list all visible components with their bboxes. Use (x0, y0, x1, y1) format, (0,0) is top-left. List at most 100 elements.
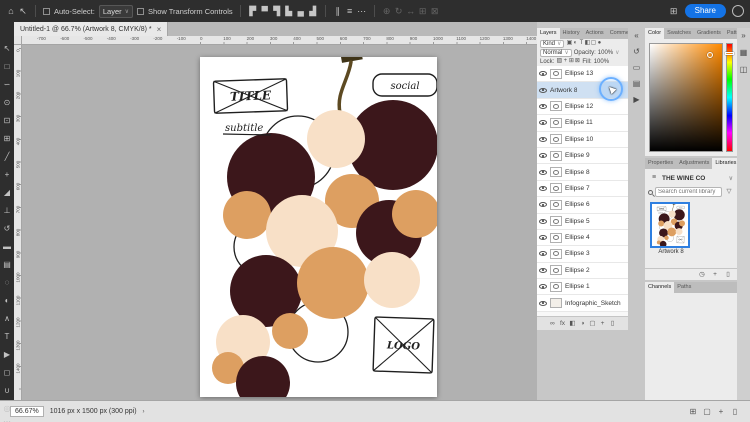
visibility-toggle[interactable] (539, 251, 547, 256)
grid-view-icon[interactable]: ⊞ (688, 406, 698, 418)
visibility-toggle[interactable] (539, 186, 547, 191)
layer-row[interactable]: Ellipse 12 (537, 99, 628, 115)
3d-roll-icon[interactable]: ↻ (394, 5, 404, 17)
hue-slider[interactable] (726, 43, 733, 152)
align-horizontal-centers-icon[interactable]: ▀ (260, 5, 270, 17)
layer-row[interactable]: Ellipse 3 (537, 246, 628, 262)
visibility-toggle[interactable] (539, 170, 547, 175)
layer-row[interactable]: Ellipse 5 (537, 214, 628, 230)
visibility-toggle[interactable] (539, 137, 547, 142)
move-tool-icon[interactable]: ↖ (18, 5, 28, 17)
ruler-origin-corner[interactable] (14, 36, 22, 45)
visibility-toggle[interactable] (539, 268, 547, 273)
document-tab[interactable]: Untitled-1 @ 66.7% (Artwork 8, CMYK/8) *… (14, 22, 168, 36)
library-menu-icon[interactable]: ≡ (649, 172, 659, 184)
folder-icon[interactable]: ▢ (702, 406, 712, 418)
crop-tool[interactable]: ⊡ (0, 115, 14, 127)
spot-healing-brush-tool[interactable]: + (0, 169, 14, 181)
delete-icon[interactable]: ▯ (730, 406, 740, 418)
layer-row[interactable]: Ellipse 2 (537, 263, 628, 279)
align-vertical-centers-icon[interactable]: ▄ (296, 5, 306, 17)
lock-all-icon[interactable]: ⊠ (574, 57, 580, 66)
more-align-options-icon[interactable]: ⋯ (357, 5, 367, 17)
new-layer-icon[interactable]: + (599, 317, 607, 331)
filter-kind-dropdown[interactable]: Kind ∨ (540, 40, 564, 48)
vertical-ruler[interactable]: 0100200300400500600700800900100011001200… (14, 36, 22, 400)
add-content-icon[interactable]: + (710, 269, 720, 281)
visibility-toggle[interactable] (539, 219, 547, 224)
trash-icon[interactable]: ▯ (723, 269, 733, 281)
align-left-edges-icon[interactable]: ▛ (248, 5, 258, 17)
filter-toggle-icon[interactable]: ● (596, 39, 602, 48)
eyedropper-tool[interactable]: ╱ (0, 151, 14, 163)
blend-mode-dropdown[interactable]: Normal ∨ (540, 49, 572, 57)
tab-swatches[interactable]: Swatches (664, 28, 694, 39)
clone-stamp-tool[interactable]: ⊥ (0, 205, 14, 217)
workspace-icon[interactable]: ⊞ (669, 5, 679, 17)
info-panel-icon[interactable]: ▤ (632, 78, 642, 90)
history-brush-tool[interactable]: ↺ (0, 223, 14, 235)
zoom-level-field[interactable]: 66.67% (10, 406, 44, 417)
new-adjustment-layer-icon[interactable]: ◑ (579, 317, 587, 331)
distribute-horizontal-icon[interactable]: ∥ (333, 5, 343, 17)
expand-dock-icon[interactable]: « (632, 30, 642, 42)
dodge-tool[interactable]: ◐ (0, 295, 14, 307)
show-transform-checkbox[interactable] (137, 8, 144, 15)
link-layers-icon[interactable]: ∞ (549, 317, 557, 331)
add-layer-mask-icon[interactable]: ◧ (569, 317, 577, 331)
tab-gradients[interactable]: Gradients (694, 28, 724, 39)
lasso-tool[interactable]: ∽ (0, 79, 14, 91)
tab-paths[interactable]: Paths (674, 282, 694, 293)
saturation-brightness-picker[interactable] (649, 43, 723, 152)
visibility-toggle[interactable] (539, 88, 547, 93)
layer-row[interactable]: Ellipse 9 (537, 148, 628, 164)
rectangle-tool[interactable]: ◻ (0, 367, 14, 379)
tab-libraries[interactable]: Libraries (712, 158, 737, 169)
blur-tool[interactable]: ◌ (0, 277, 14, 289)
eraser-tool[interactable]: ▬ (0, 241, 14, 253)
share-button[interactable]: Share (685, 4, 726, 18)
distribute-vertical-icon[interactable]: ≡ (345, 5, 355, 17)
visibility-toggle[interactable] (539, 301, 547, 306)
filter-icon[interactable]: ▽ (724, 186, 734, 198)
sync-status-icon[interactable]: ◷ (697, 269, 707, 281)
visibility-toggle[interactable] (539, 202, 547, 207)
visibility-toggle[interactable] (539, 71, 547, 76)
3d-rotate-icon[interactable]: ⊕ (382, 5, 392, 17)
3d-slide-icon[interactable]: ⊞ (418, 5, 428, 17)
zoom-tool[interactable]: ◎ (0, 403, 14, 415)
layer-row[interactable]: Ellipse 8 (537, 164, 628, 180)
hue-slider-handle[interactable] (725, 52, 734, 55)
gradient-tool[interactable]: ▤ (0, 259, 14, 271)
visibility-toggle[interactable] (539, 120, 547, 125)
library-search-input[interactable] (655, 187, 722, 197)
3d-drag-icon[interactable]: ↔ (406, 5, 416, 17)
fill-value[interactable]: 100% (594, 59, 609, 65)
tab-adjustments[interactable]: Adjustments (676, 158, 712, 169)
visibility-toggle[interactable] (539, 235, 547, 240)
layer-row[interactable]: Ellipse 4 (537, 230, 628, 246)
hand-tool[interactable]: ∪ (0, 385, 14, 397)
color-panel-rail-icon[interactable]: ▦ (739, 47, 749, 59)
library-item[interactable]: TITLEsocialLOGOsubtitle Artwork 8 (650, 202, 692, 255)
layer-effects-icon[interactable]: fx (559, 317, 567, 331)
visibility-toggle[interactable] (539, 153, 547, 158)
tab-channels[interactable]: Channels (645, 282, 674, 293)
horizontal-ruler[interactable]: -700-600-500-400-300-200-100010020030040… (14, 36, 537, 45)
align-right-edges-icon[interactable]: ▜ (272, 5, 282, 17)
account-avatar[interactable] (732, 5, 744, 17)
close-tab-icon[interactable]: × (157, 25, 162, 34)
align-top-edges-icon[interactable]: ▙ (284, 5, 294, 17)
artboard-canvas[interactable]: TITLEsocialLOGOsubtitle (200, 57, 437, 397)
edit-toolbar-icon[interactable]: ⋯ (0, 416, 14, 422)
tab-properties[interactable]: Properties (645, 158, 676, 169)
pen-tool[interactable]: ∧ (0, 313, 14, 325)
swatches-panel-rail-icon[interactable]: ◫ (739, 64, 749, 76)
layer-row[interactable]: Ellipse 11 (537, 115, 628, 131)
tab-color[interactable]: Color (645, 28, 664, 39)
library-header[interactable]: ≡ THE WINE CO ∨ (645, 169, 737, 185)
brush-tool[interactable]: ◢ (0, 187, 14, 199)
new-item-icon[interactable]: + (716, 406, 726, 418)
opacity-value[interactable]: 100% (598, 50, 613, 56)
layer-row[interactable]: Ellipse 1 (537, 279, 628, 295)
